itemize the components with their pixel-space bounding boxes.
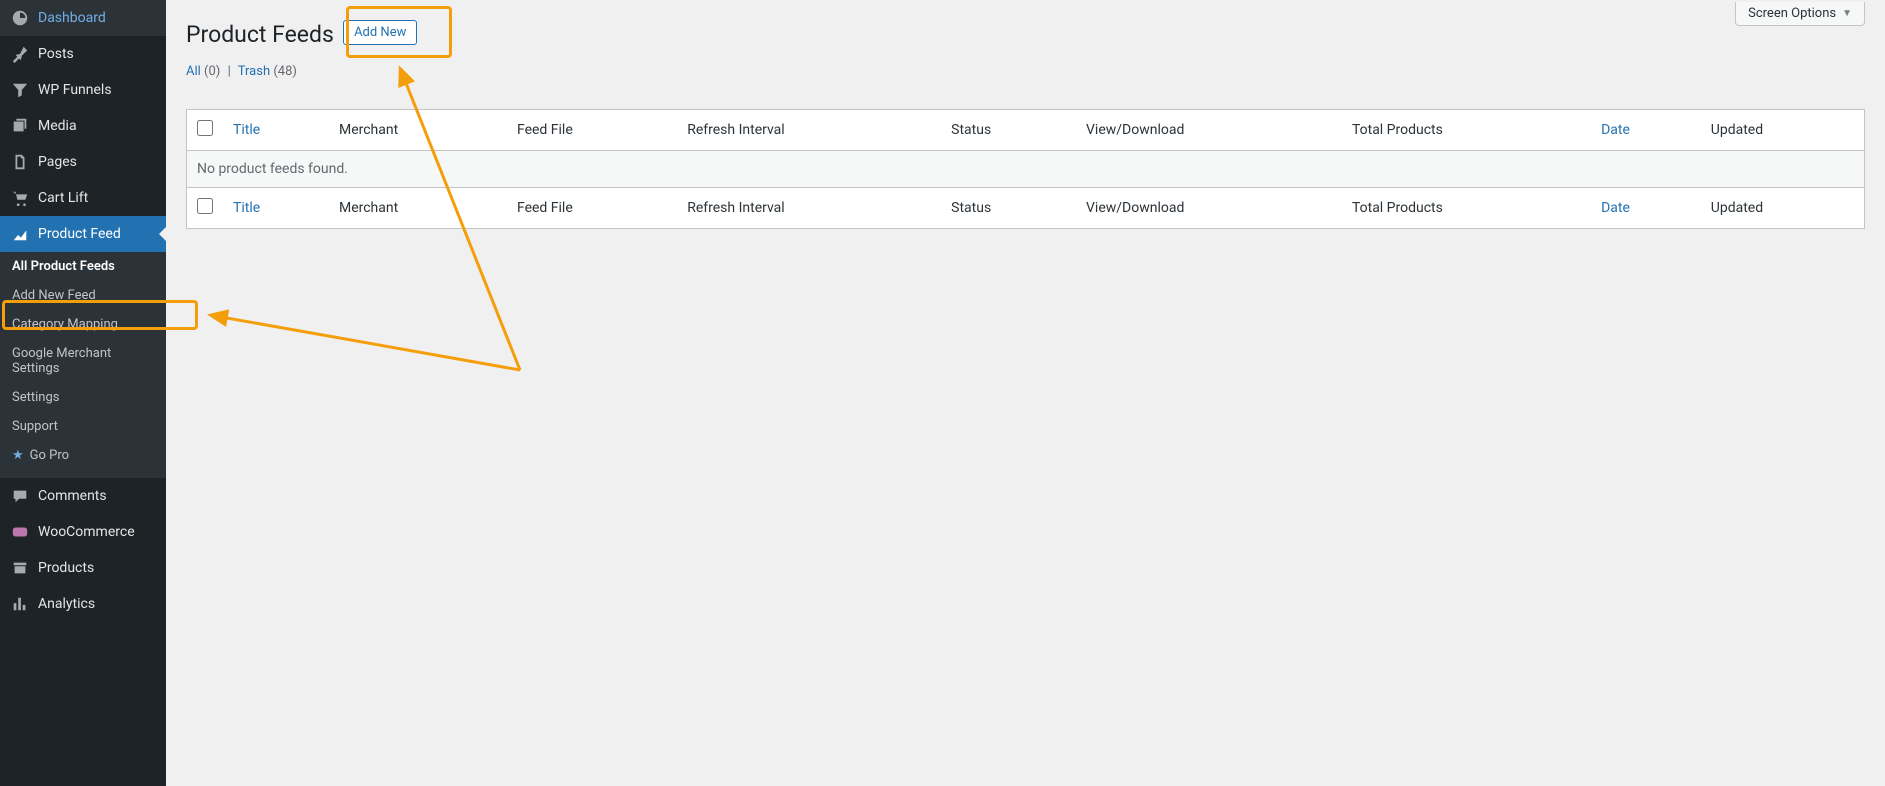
- col-updated-footer: Updated: [1701, 187, 1865, 228]
- sidebar-item-label: Dashboard: [38, 10, 106, 26]
- screen-options-label: Screen Options: [1748, 6, 1836, 21]
- sidebar-item-wpfunnels[interactable]: WP Funnels: [0, 72, 166, 108]
- col-status: Status: [941, 109, 1076, 150]
- sidebar-item-pages[interactable]: Pages: [0, 144, 166, 180]
- select-all-checkbox-footer[interactable]: [197, 198, 213, 214]
- screen-options-toggle[interactable]: Screen Options ▼: [1735, 2, 1865, 26]
- sidebar-item-label: Product Feed: [38, 226, 121, 242]
- sidebar-item-posts[interactable]: Posts: [0, 36, 166, 72]
- sidebar-item-label: WP Funnels: [38, 82, 112, 98]
- feeds-table: Title Merchant Feed File Refresh Interva…: [186, 109, 1865, 229]
- page-title: Product Feeds: [186, 20, 334, 50]
- submenu-all-product-feeds[interactable]: All Product Feeds: [0, 252, 166, 281]
- pages-icon: [10, 152, 30, 172]
- col-total-products: Total Products: [1342, 109, 1591, 150]
- main-content: Screen Options ▼ Product Feeds Add New A…: [166, 0, 1885, 786]
- submenu-google-merchant-settings[interactable]: Google Merchant Settings: [0, 339, 166, 383]
- submenu-settings[interactable]: Settings: [0, 383, 166, 412]
- col-updated: Updated: [1701, 109, 1865, 150]
- sidebar-item-label: Products: [38, 560, 94, 576]
- admin-sidebar: Dashboard Posts WP Funnels Media Pages C…: [0, 0, 166, 786]
- filter-all-count: (0): [204, 64, 220, 79]
- submenu-add-new-feed[interactable]: Add New Feed: [0, 281, 166, 310]
- select-all-checkbox[interactable]: [197, 120, 213, 136]
- sidebar-item-label: Comments: [38, 488, 107, 504]
- col-total-products-footer: Total Products: [1342, 187, 1591, 228]
- sidebar-item-cartlift[interactable]: Cart Lift: [0, 180, 166, 216]
- product-feed-submenu: All Product Feeds Add New Feed Category …: [0, 252, 166, 478]
- archive-icon: [10, 558, 30, 578]
- sidebar-item-dashboard[interactable]: Dashboard: [0, 0, 166, 36]
- submenu-label: Settings: [12, 390, 59, 405]
- comment-icon: [10, 486, 30, 506]
- cart-icon: [10, 188, 30, 208]
- caret-down-icon: ▼: [1842, 8, 1852, 19]
- submenu-go-pro[interactable]: ★ Go Pro: [0, 441, 166, 470]
- submenu-label: Go Pro: [30, 448, 69, 463]
- sidebar-item-products[interactable]: Products: [0, 550, 166, 586]
- table-empty-row: No product feeds found.: [187, 150, 1865, 187]
- col-status-footer: Status: [941, 187, 1076, 228]
- submenu-label: Add New Feed: [12, 288, 96, 303]
- select-all-header: [187, 109, 224, 150]
- col-refresh-interval-footer: Refresh Interval: [677, 187, 941, 228]
- filter-all-link[interactable]: All: [186, 64, 201, 79]
- sidebar-item-label: Pages: [38, 154, 77, 170]
- pin-icon: [10, 44, 30, 64]
- submenu-label: All Product Feeds: [12, 259, 115, 274]
- col-date-footer[interactable]: Date: [1591, 187, 1701, 228]
- sidebar-item-media[interactable]: Media: [0, 108, 166, 144]
- submenu-label: Support: [12, 419, 58, 434]
- add-new-button[interactable]: Add New: [343, 20, 417, 45]
- col-view-download-footer: View/Download: [1076, 187, 1342, 228]
- col-view-download: View/Download: [1076, 109, 1342, 150]
- dashboard-icon: [10, 8, 30, 28]
- table-header-row: Title Merchant Feed File Refresh Interva…: [187, 109, 1865, 150]
- submenu-label: Category Mapping: [12, 317, 118, 332]
- sidebar-item-label: Analytics: [38, 596, 95, 612]
- sidebar-item-analytics[interactable]: Analytics: [0, 586, 166, 622]
- col-merchant: Merchant: [329, 109, 507, 150]
- col-feed-file: Feed File: [507, 109, 677, 150]
- sidebar-item-comments[interactable]: Comments: [0, 478, 166, 514]
- sidebar-item-label: Cart Lift: [38, 190, 88, 206]
- col-date[interactable]: Date: [1591, 109, 1701, 150]
- col-refresh-interval: Refresh Interval: [677, 109, 941, 150]
- chart-icon: [10, 224, 30, 244]
- col-feed-file-footer: Feed File: [507, 187, 677, 228]
- bars-icon: [10, 594, 30, 614]
- sidebar-item-product-feed[interactable]: Product Feed: [0, 216, 166, 252]
- sidebar-item-label: Media: [38, 118, 77, 134]
- funnel-icon: [10, 80, 30, 100]
- filter-trash-count: (48): [273, 64, 297, 79]
- separator: |: [228, 64, 231, 79]
- woo-icon: [10, 522, 30, 542]
- sidebar-item-woocommerce[interactable]: WooCommerce: [0, 514, 166, 550]
- empty-message: No product feeds found.: [187, 150, 1865, 187]
- select-all-footer: [187, 187, 224, 228]
- col-title[interactable]: Title: [223, 109, 329, 150]
- submenu-category-mapping[interactable]: Category Mapping: [0, 310, 166, 339]
- star-icon: ★: [12, 448, 24, 463]
- sidebar-item-label: WooCommerce: [38, 524, 135, 540]
- col-merchant-footer: Merchant: [329, 187, 507, 228]
- col-title-footer[interactable]: Title: [223, 187, 329, 228]
- submenu-label: Google Merchant Settings: [12, 346, 111, 376]
- submenu-support[interactable]: Support: [0, 412, 166, 441]
- sidebar-item-label: Posts: [38, 46, 74, 62]
- list-filter-links: All (0) | Trash (48): [186, 64, 1865, 79]
- filter-trash-link[interactable]: Trash: [238, 64, 270, 79]
- table-footer-row: Title Merchant Feed File Refresh Interva…: [187, 187, 1865, 228]
- media-icon: [10, 116, 30, 136]
